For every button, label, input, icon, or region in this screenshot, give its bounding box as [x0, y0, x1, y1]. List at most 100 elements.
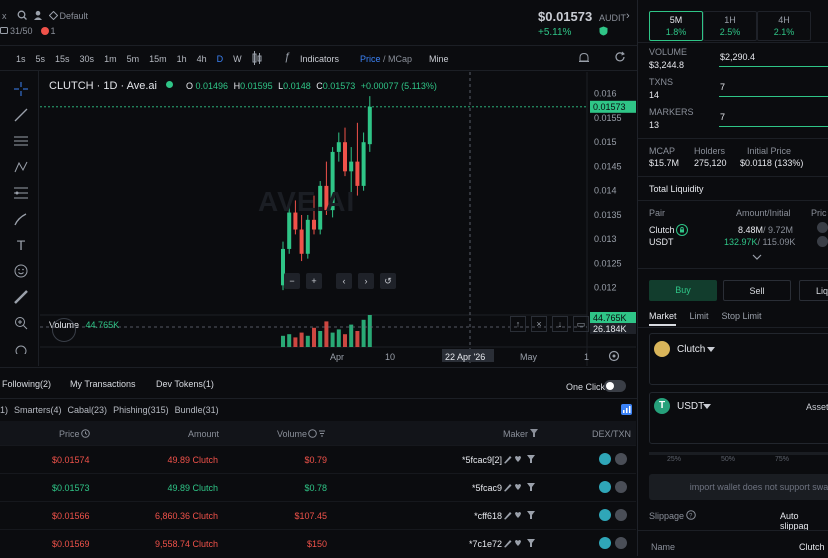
- emoji-icon[interactable]: [12, 262, 30, 280]
- period-tab-5m[interactable]: 5M 1.8%: [649, 11, 703, 41]
- candle-body[interactable]: [287, 212, 292, 249]
- one-click-toggle[interactable]: [604, 380, 626, 392]
- audit-label[interactable]: AUDIT: [599, 13, 626, 23]
- maker-action-icons[interactable]: [503, 510, 537, 522]
- order-tab-stop-limit[interactable]: Stop Limit: [722, 311, 762, 321]
- candle-body[interactable]: [336, 142, 341, 152]
- candle-body[interactable]: [305, 219, 310, 254]
- pane-up-icon[interactable]: ↑: [510, 316, 526, 332]
- mcap-option[interactable]: MCap: [388, 54, 412, 64]
- brush-icon[interactable]: [12, 210, 30, 228]
- table-row[interactable]: $0.01573 49.89 Clutch $0.78 *5fcac9: [0, 473, 636, 502]
- refresh-icon[interactable]: [614, 51, 626, 65]
- tab-following[interactable]: Following(2): [2, 379, 51, 389]
- timeframe-15s[interactable]: 15s: [55, 54, 70, 64]
- output-token-symbol[interactable]: USDT: [677, 401, 704, 412]
- profile-label[interactable]: Default: [60, 11, 89, 21]
- alert-bell-icon[interactable]: [578, 52, 590, 66]
- tx-link-icon[interactable]: [615, 509, 627, 521]
- order-tab-limit[interactable]: Limit: [690, 311, 709, 321]
- tx-link-icon[interactable]: [615, 453, 627, 465]
- row-maker[interactable]: *7c1e72: [469, 539, 502, 549]
- period-tab-4h[interactable]: 4H 2.1%: [757, 11, 811, 41]
- maker-action-icons[interactable]: [503, 538, 537, 550]
- timeframe-15m[interactable]: 15m: [149, 54, 167, 64]
- input-token-box[interactable]: [649, 333, 828, 385]
- tx-link-icon[interactable]: [615, 537, 627, 549]
- tx-link-icon[interactable]: [615, 481, 627, 493]
- text-tool-icon[interactable]: T: [12, 236, 30, 254]
- maker-action-icons[interactable]: [503, 482, 537, 494]
- sell-tab[interactable]: Sell: [723, 280, 791, 301]
- percent-option[interactable]: 75%: [775, 456, 789, 463]
- slippage-value[interactable]: Auto slippag: [780, 511, 828, 531]
- price-mcap-toggle[interactable]: Price / MCap: [360, 54, 412, 64]
- row-maker[interactable]: *cff618: [474, 511, 502, 521]
- token-dropdown-icon[interactable]: [707, 345, 715, 355]
- tab-my-transactions[interactable]: My Transactions: [70, 379, 136, 389]
- timeframe-1s[interactable]: 1s: [16, 54, 26, 64]
- scroll-right-button[interactable]: ›: [358, 273, 374, 289]
- timeframe-1h[interactable]: 1h: [177, 54, 187, 64]
- expand-chevron-icon[interactable]: [752, 252, 762, 262]
- table-row[interactable]: $0.01566 6,860.36 Clutch $107.45 *cff618: [0, 501, 636, 530]
- timeframe-5m[interactable]: 5m: [127, 54, 140, 64]
- scroll-left-button[interactable]: ‹: [336, 273, 352, 289]
- order-tab-market[interactable]: Market: [649, 311, 677, 321]
- timeframe-1m[interactable]: 1m: [104, 54, 117, 64]
- search-icon[interactable]: [17, 10, 27, 22]
- maker-filter-icon[interactable]: [530, 429, 538, 440]
- pane-maximize-icon[interactable]: ▭: [573, 316, 589, 332]
- header-volume[interactable]: Volume: [277, 429, 307, 439]
- table-row[interactable]: $0.01569 9,558.74 Clutch $150 *7c1e72: [0, 529, 636, 558]
- settings-icon[interactable]: [608, 350, 620, 364]
- zoom-out-button[interactable]: −: [284, 273, 300, 289]
- candle-body[interactable]: [349, 161, 354, 172]
- timeframe-w[interactable]: W: [233, 54, 242, 64]
- candle-body[interactable]: [343, 142, 347, 172]
- candle-body[interactable]: [312, 219, 316, 230]
- close-icon[interactable]: x: [2, 11, 7, 21]
- candle-body[interactable]: [355, 161, 360, 186]
- filter-tab[interactable]: 1): [0, 405, 8, 415]
- input-token-symbol[interactable]: Clutch: [677, 344, 705, 355]
- row-maker[interactable]: *5fcac9[2]: [462, 455, 502, 465]
- indicators-icon[interactable]: ƒ: [284, 51, 290, 63]
- chart-filter-icon[interactable]: [621, 404, 632, 415]
- table-row[interactable]: $0.01574 49.89 Clutch $0.79 *5fcac9[2]: [0, 445, 636, 474]
- timeframe-d[interactable]: D: [217, 54, 224, 64]
- candle-body[interactable]: [361, 142, 366, 186]
- volume-sort-icon[interactable]: [308, 429, 326, 440]
- mine-button[interactable]: Mine: [429, 54, 449, 64]
- price-option[interactable]: Price: [360, 54, 381, 64]
- tab-dev-tokens[interactable]: Dev Tokens(1): [156, 379, 214, 389]
- row-maker[interactable]: *5fcac9: [472, 483, 502, 493]
- chevron-right-icon[interactable]: ›: [626, 10, 630, 22]
- timeframe-4h[interactable]: 4h: [197, 54, 207, 64]
- period-tab-1h[interactable]: 1H 2.5%: [703, 11, 757, 41]
- percent-option[interactable]: 25%: [667, 456, 681, 463]
- ruler-icon[interactable]: [12, 288, 30, 306]
- fib-icon[interactable]: [12, 184, 30, 202]
- magnet-icon[interactable]: [12, 340, 30, 358]
- header-price[interactable]: Price: [59, 429, 80, 439]
- percent-option[interactable]: 50%: [721, 456, 735, 463]
- filter-tab[interactable]: Bundle(31): [175, 405, 219, 415]
- clock-icon[interactable]: [81, 429, 90, 440]
- pane-down-icon[interactable]: ↓: [552, 316, 568, 332]
- candle-body[interactable]: [299, 229, 304, 254]
- filter-tab[interactable]: Phishing(315): [113, 405, 169, 415]
- help-icon[interactable]: ?: [686, 510, 696, 522]
- import-wallet-button[interactable]: import wallet does not support swap: [649, 474, 828, 500]
- horizontal-lines-icon[interactable]: [12, 132, 30, 150]
- zoom-in-button[interactable]: +: [306, 273, 322, 289]
- candle-body[interactable]: [367, 106, 372, 145]
- crosshair-icon[interactable]: [12, 80, 30, 98]
- buy-tab[interactable]: Buy: [649, 280, 717, 301]
- output-token-box[interactable]: [649, 392, 828, 444]
- timeframe-5s[interactable]: 5s: [36, 54, 46, 64]
- filter-tab[interactable]: Smarters(4): [14, 405, 62, 415]
- output-dropdown-icon[interactable]: [703, 402, 711, 412]
- pane-close-icon[interactable]: ×: [531, 316, 547, 332]
- trendline-icon[interactable]: [12, 106, 30, 124]
